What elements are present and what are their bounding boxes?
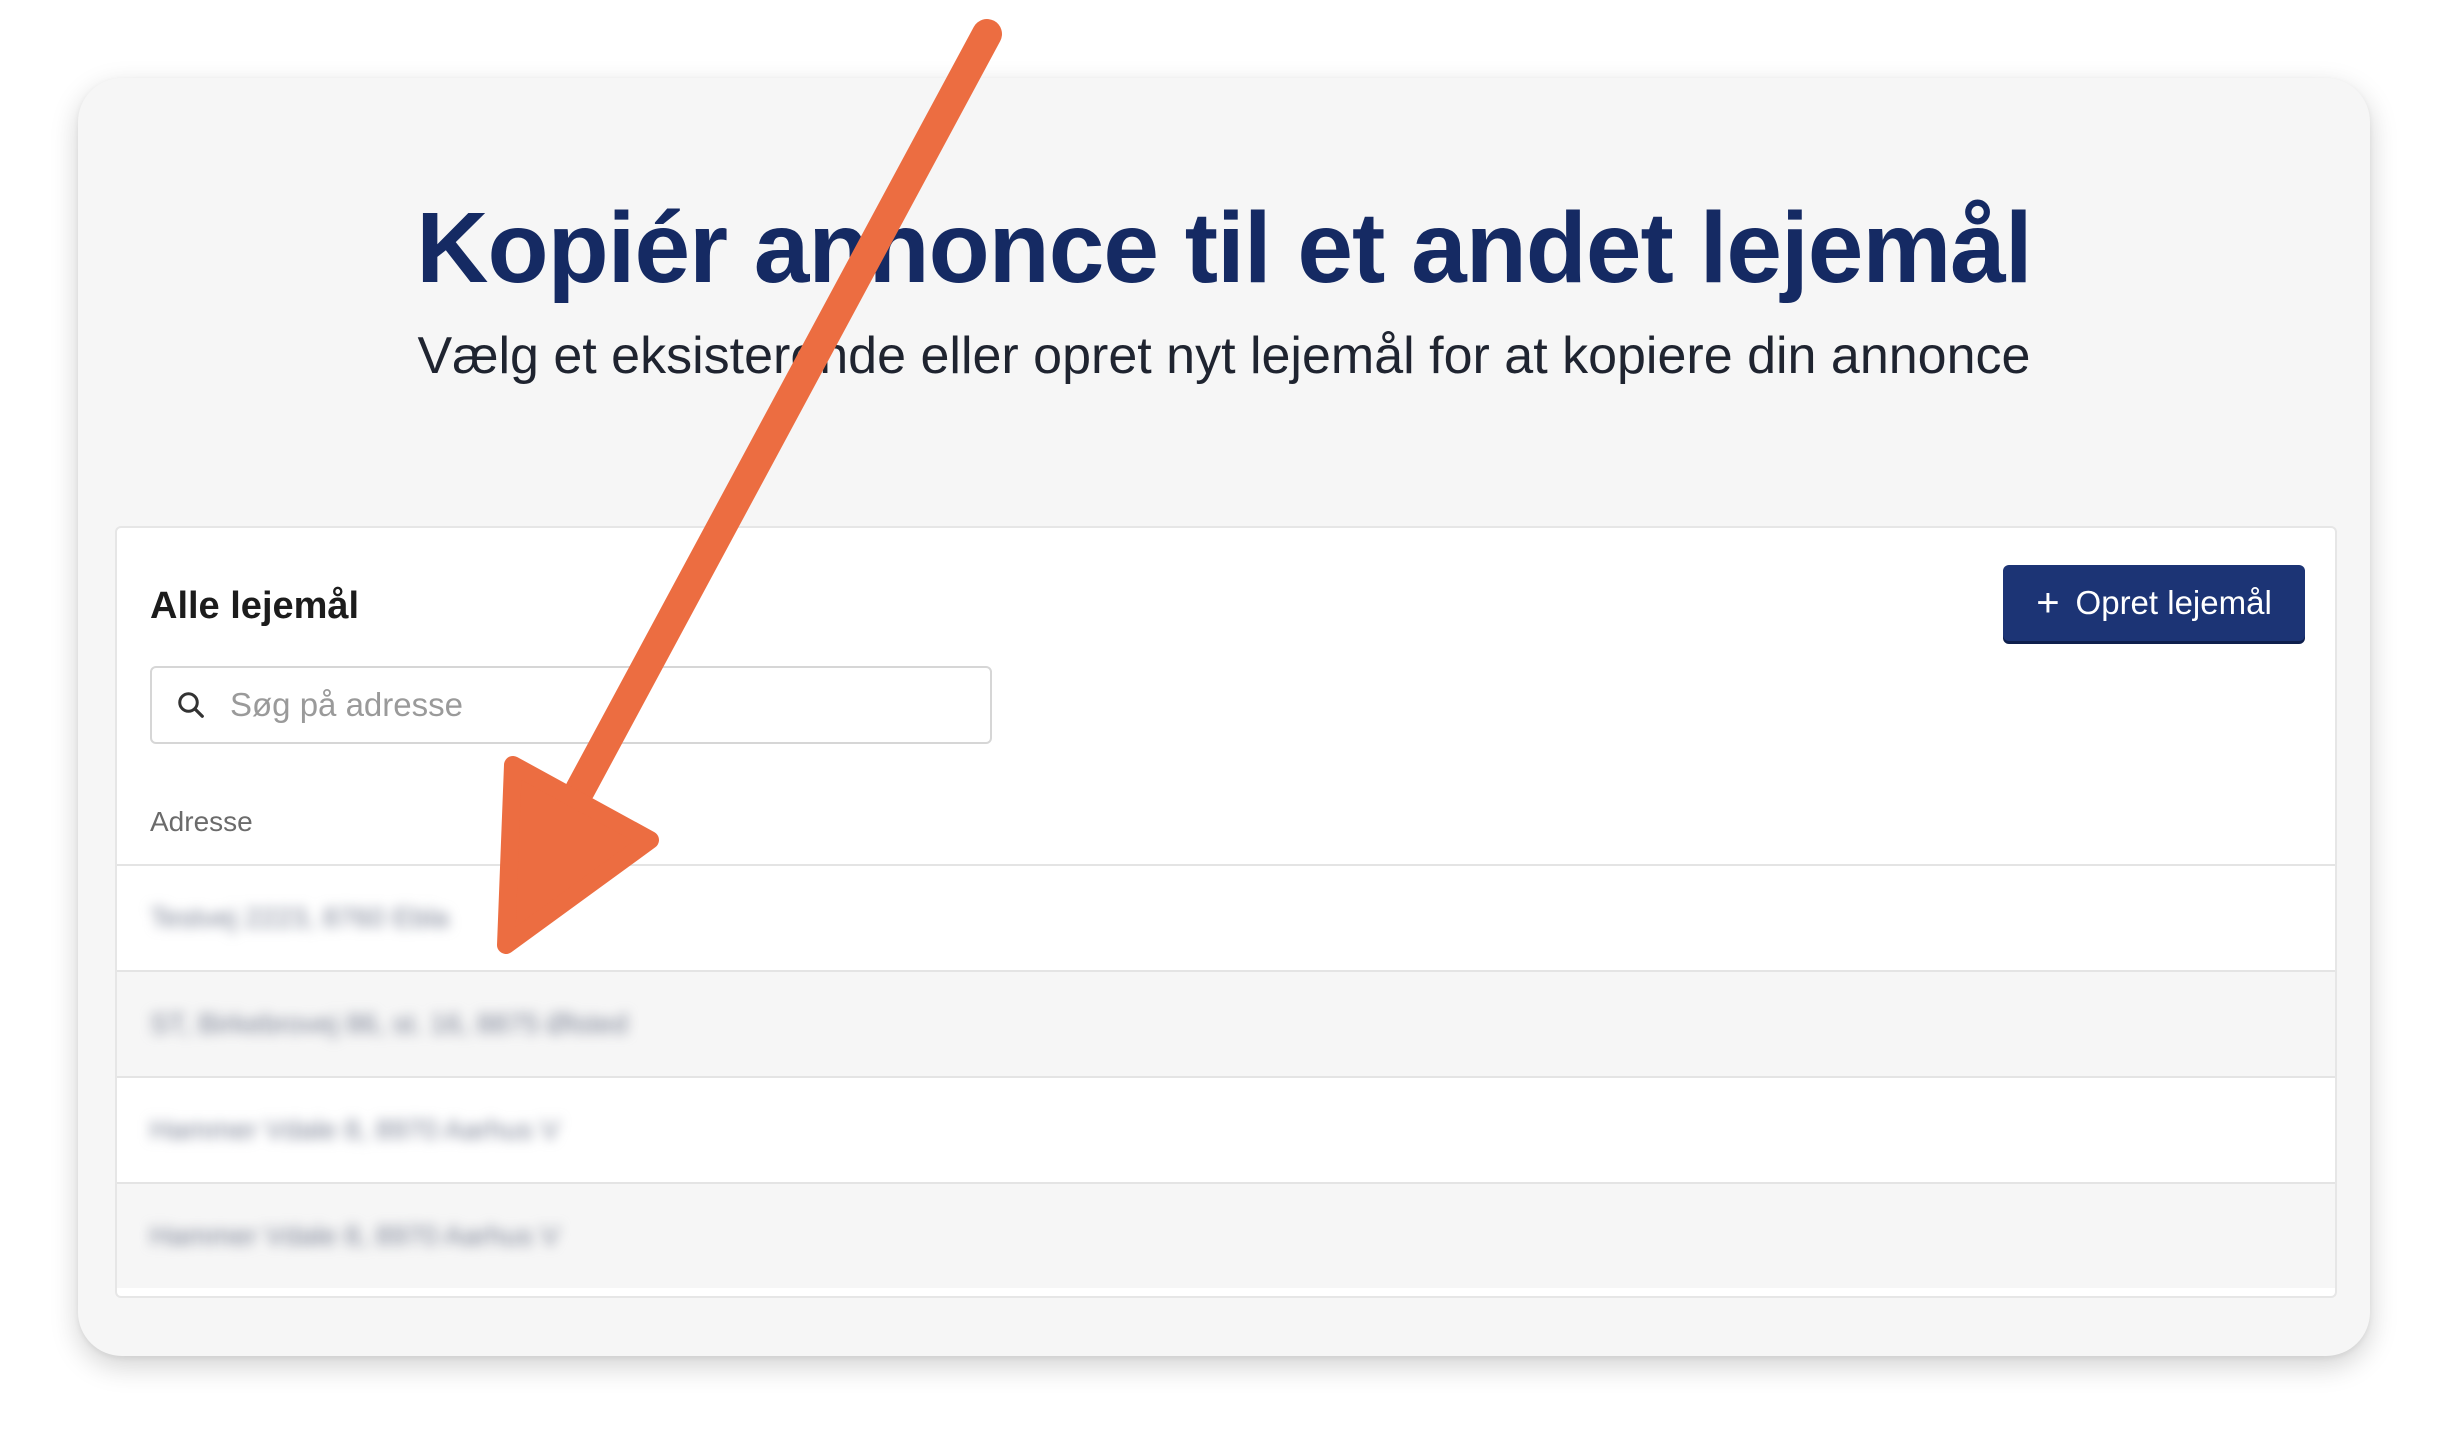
table-row[interactable]: Testvej 2223, 8760 Ebla: [117, 864, 2335, 970]
table-row[interactable]: Hammer Vdale 8, 8970 Aarhus V: [117, 1076, 2335, 1182]
row-address: Hammer Vdale 8, 8970 Aarhus V: [150, 1220, 560, 1251]
screenshot-stage: Kopiér annonce til et andet lejemål Vælg…: [0, 0, 2444, 1442]
panel-title: Alle lejemål: [150, 585, 360, 627]
plus-icon: +: [2036, 581, 2060, 625]
create-rental-button[interactable]: + Opret lejemål: [2003, 565, 2305, 641]
dialog-subtitle: Vælg et eksisterende eller opret nyt lej…: [417, 327, 2031, 385]
create-rental-label: Opret lejemål: [2075, 584, 2272, 621]
table-row[interactable]: Hammer Vdale 8, 8970 Aarhus V: [117, 1182, 2335, 1288]
row-address: ST, Birkebrovej 86, st. 16, 8875 Ølsted: [150, 1008, 628, 1039]
column-header-address: Adresse: [150, 806, 253, 837]
dialog-title: Kopiér annonce til et andet lejemål: [416, 192, 2032, 304]
rentals-panel: Alle lejemål + Opret lejemål Adresse Tes…: [115, 526, 2337, 1298]
rentals-list: Testvej 2223, 8760 Ebla ST, Birkebrovej …: [117, 864, 2335, 1288]
search-input[interactable]: [228, 685, 932, 725]
row-address: Hammer Vdale 8, 8970 Aarhus V: [150, 1114, 560, 1145]
copy-listing-dialog: Kopiér annonce til et andet lejemål Vælg…: [78, 78, 2370, 1356]
search-icon: [178, 692, 204, 718]
search-box[interactable]: [150, 666, 992, 744]
row-address: Testvej 2223, 8760 Ebla: [150, 902, 449, 933]
table-row[interactable]: ST, Birkebrovej 86, st. 16, 8875 Ølsted: [117, 970, 2335, 1076]
